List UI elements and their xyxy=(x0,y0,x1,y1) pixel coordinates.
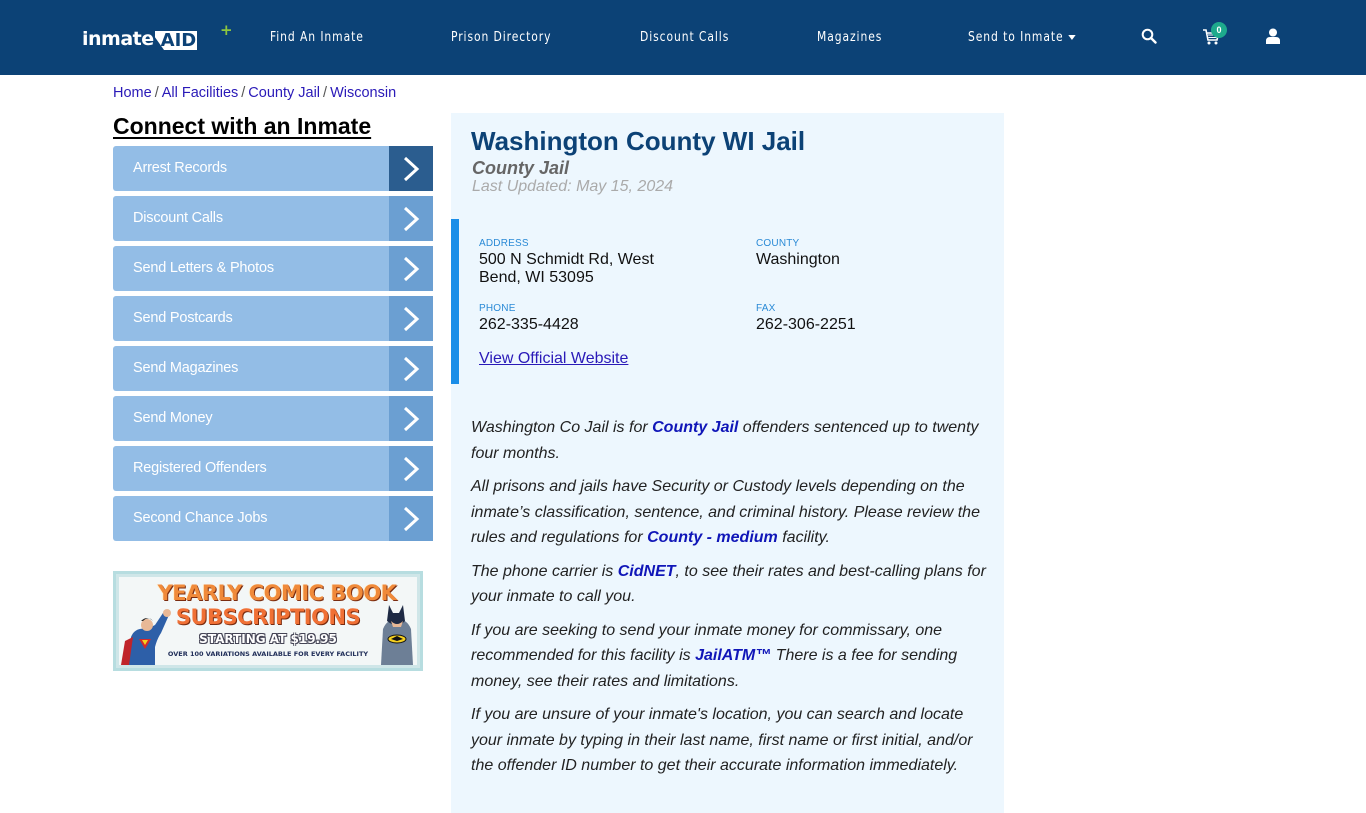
description-paragraph: Washington Co Jail is for County Jail of… xyxy=(471,415,996,466)
menu-item-label: Discount Calls xyxy=(133,210,223,226)
breadcrumb-county-jail[interactable]: County Jail xyxy=(248,85,320,101)
chevron-right-icon xyxy=(389,396,433,441)
chevron-right-icon xyxy=(389,346,433,391)
text: The phone carrier is xyxy=(471,562,618,580)
comic-subscription-banner[interactable]: YEARLY COMIC BOOK SUBSCRIPTIONS STARTING… xyxy=(113,571,423,671)
menu-item-second-chance-jobs[interactable]: Second Chance Jobs xyxy=(113,496,433,541)
facility-info-box: ADDRESS 500 N Schmidt Rd, West Bend, WI … xyxy=(451,219,1004,384)
jailatm-link[interactable]: JailATM™ xyxy=(695,647,771,664)
site-logo[interactable]: inmate AID + xyxy=(82,23,233,50)
menu-item-label: Send Postcards xyxy=(133,310,233,326)
chevron-right-icon xyxy=(389,296,433,341)
address-label: ADDRESS xyxy=(479,238,529,249)
superhero-left-illustration xyxy=(121,609,171,665)
chevron-right-icon xyxy=(389,246,433,291)
facility-title: Washington County WI Jail xyxy=(471,126,806,156)
site-header: inmate AID + Find An Inmate Prison Direct… xyxy=(0,0,1366,75)
text: facility. xyxy=(777,529,830,546)
county-medium-link[interactable]: County - medium xyxy=(647,529,778,546)
breadcrumb: Home / All Facilities / County Jail / Wisconsi… xyxy=(113,85,396,101)
chevron-right-icon xyxy=(389,446,433,491)
chevron-right-icon xyxy=(389,146,433,191)
menu-item-discount-calls[interactable]: Discount Calls xyxy=(113,196,433,241)
menu-item-label: Second Chance Jobs xyxy=(133,510,268,526)
menu-item-send-money[interactable]: Send Money xyxy=(113,396,433,441)
facility-panel: Washington County WI Jail County Jail La… xyxy=(451,113,1004,813)
breadcrumb-wisconsin[interactable]: Wisconsin xyxy=(330,85,396,101)
menu-item-label: Arrest Records xyxy=(133,160,227,176)
nav-find-an-inmate[interactable]: Find An Inmate xyxy=(270,30,364,45)
banner-headline: YEARLY COMIC BOOK xyxy=(157,581,397,605)
menu-item-label: Registered Offenders xyxy=(133,460,267,476)
breadcrumb-home[interactable]: Home xyxy=(113,85,152,101)
logo-text: inmate xyxy=(82,28,154,50)
county-label: COUNTY xyxy=(756,238,800,249)
menu-item-label: Send Letters & Photos xyxy=(133,260,274,276)
menu-item-arrest-records[interactable]: Arrest Records xyxy=(113,146,433,191)
fax-field: FAX 262-306-2251 xyxy=(756,303,856,334)
menu-item-send-postcards[interactable]: Send Postcards xyxy=(113,296,433,341)
county-value: Washington xyxy=(756,251,840,268)
last-updated: Last Updated: May 15, 2024 xyxy=(472,178,674,195)
facility-description: Washington Co Jail is for County Jail of… xyxy=(471,415,996,787)
nav-prison-directory[interactable]: Prison Directory xyxy=(451,30,551,45)
description-paragraph: The phone carrier is CidNET, to see thei… xyxy=(471,559,996,610)
text: Washington Co Jail is for xyxy=(471,419,653,436)
cart-count-badge: 0 xyxy=(1211,22,1227,38)
connect-with-inmate-heading: Connect with an Inmate xyxy=(113,113,372,139)
description-paragraph: All prisons and jails have Security or C… xyxy=(471,474,996,551)
menu-item-label: Send Magazines xyxy=(133,360,239,376)
phone-label: PHONE xyxy=(479,303,516,314)
breadcrumb-all-facilities[interactable]: All Facilities xyxy=(162,85,239,101)
logo-plus-icon: + xyxy=(220,21,233,39)
nav-magazines[interactable]: Magazines xyxy=(817,30,882,45)
nav-send-to-inmate[interactable]: Send to Inmate xyxy=(968,30,1076,45)
fax-value: 262-306-2251 xyxy=(756,316,856,333)
fax-label: FAX xyxy=(756,303,776,314)
banner-background: YEARLY COMIC BOOK SUBSCRIPTIONS STARTING… xyxy=(119,577,417,665)
breadcrumb-separator: / xyxy=(323,85,328,101)
county-jail-link[interactable]: County Jail xyxy=(652,419,738,436)
superhero-right-illustration xyxy=(381,605,413,665)
description-paragraph: If you are seeking to send your inmate m… xyxy=(471,618,996,695)
county-field: COUNTY Washington xyxy=(756,238,840,269)
chevron-right-icon xyxy=(389,496,433,541)
search-icon[interactable] xyxy=(1141,28,1157,44)
description-paragraph: If you are unsure of your inmate's locat… xyxy=(471,706,973,774)
chevron-right-icon xyxy=(389,196,433,241)
address-field: ADDRESS 500 N Schmidt Rd, West Bend, WI … xyxy=(479,238,679,287)
menu-item-label: Send Money xyxy=(133,410,213,426)
menu-item-send-letters-photos[interactable]: Send Letters & Photos xyxy=(113,246,433,291)
menu-item-send-magazines[interactable]: Send Magazines xyxy=(113,346,433,391)
breadcrumb-separator: / xyxy=(154,85,159,101)
facility-type: County Jail xyxy=(472,158,570,178)
logo-aid: AID xyxy=(154,31,198,50)
nav-send-to-inmate-label: Send to Inmate xyxy=(968,30,1064,45)
address-value: 500 N Schmidt Rd, West Bend, WI 53095 xyxy=(479,251,654,286)
caret-down-icon xyxy=(1068,35,1076,40)
breadcrumb-separator: / xyxy=(241,85,246,101)
user-account-icon[interactable] xyxy=(1266,28,1280,44)
cidnet-link[interactable]: CidNET xyxy=(618,563,676,580)
connect-menu: Arrest Records Discount Calls Send Lette… xyxy=(113,146,433,546)
nav-discount-calls[interactable]: Discount Calls xyxy=(640,30,729,45)
phone-field: PHONE 262-335-4428 xyxy=(479,303,579,334)
view-official-website-link[interactable]: View Official Website xyxy=(479,350,628,368)
menu-item-registered-offenders[interactable]: Registered Offenders xyxy=(113,446,433,491)
phone-value: 262-335-4428 xyxy=(479,316,579,333)
